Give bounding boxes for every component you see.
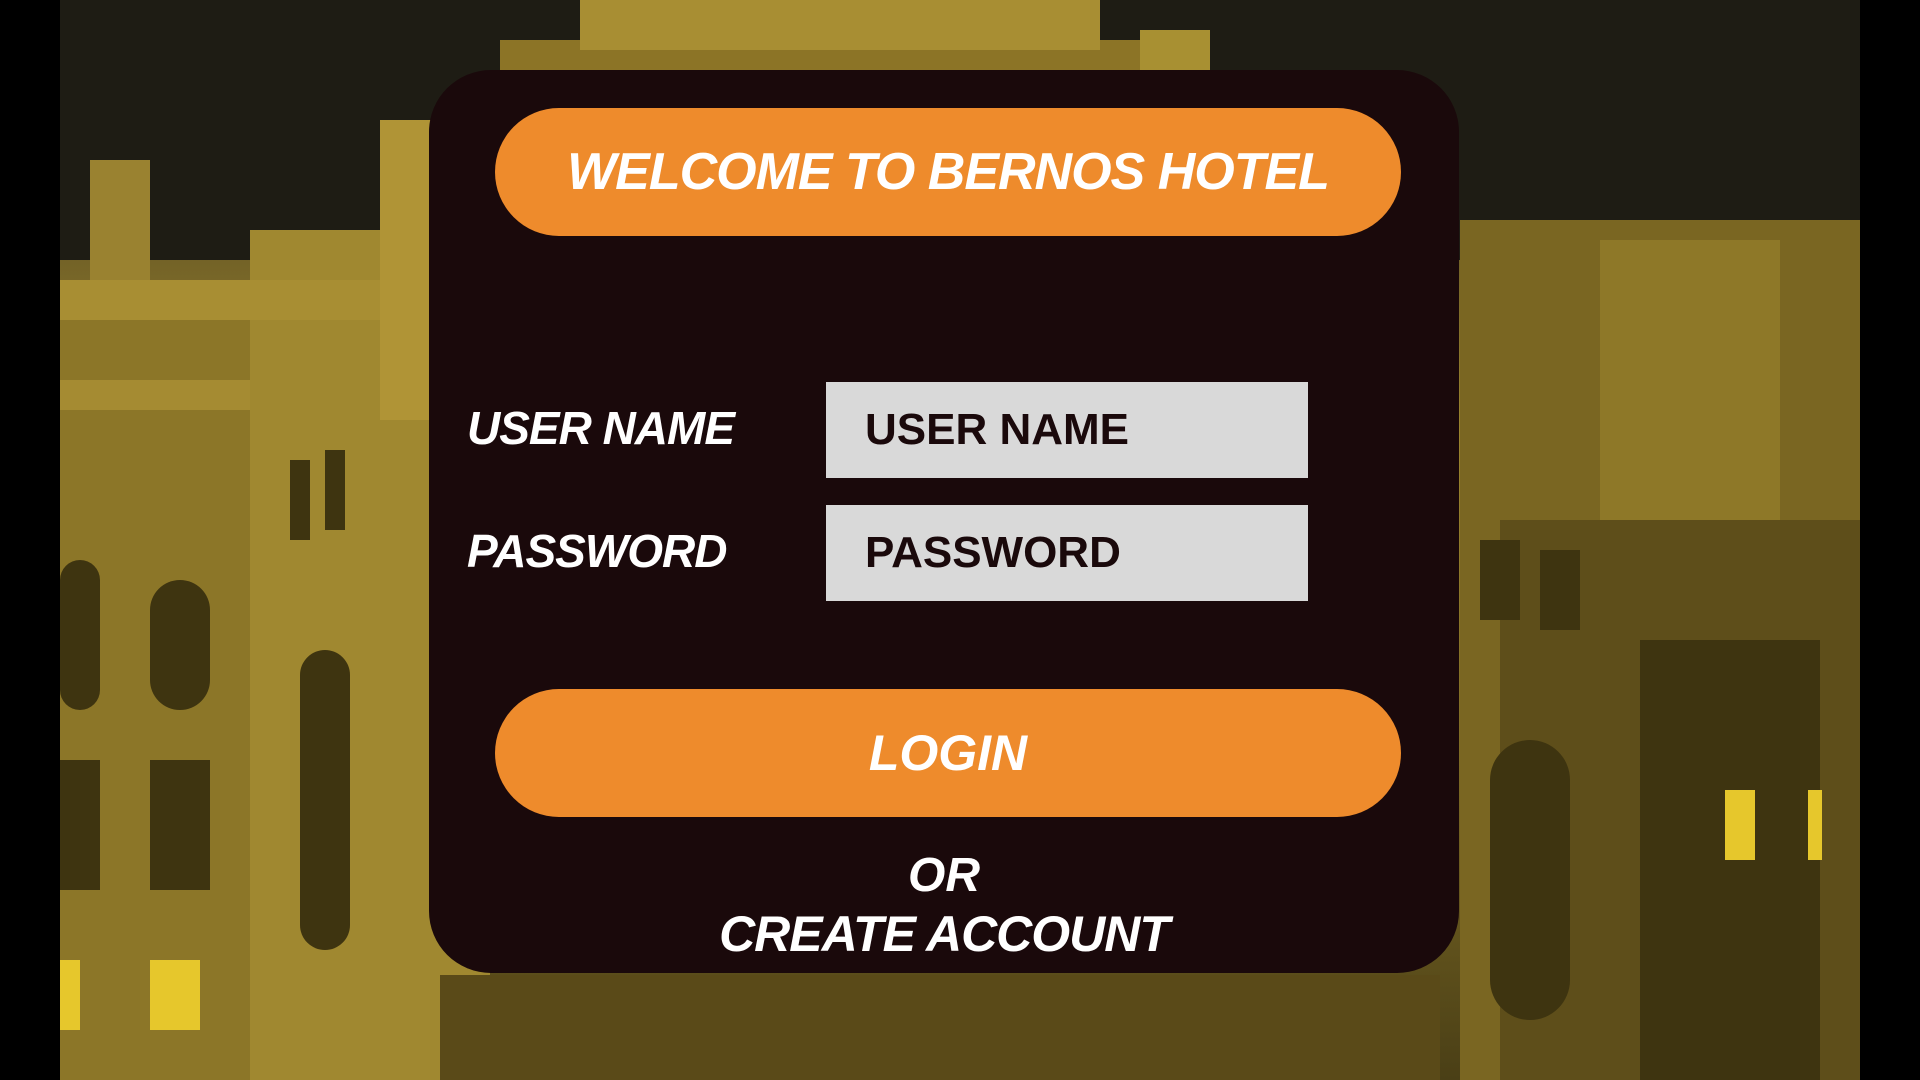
login-button[interactable]: LOGIN	[495, 689, 1401, 817]
create-account-link[interactable]: CREATE ACCOUNT	[429, 905, 1459, 963]
or-separator: OR	[908, 849, 980, 902]
password-input[interactable]	[826, 505, 1308, 601]
password-label: PASSWORD	[467, 525, 727, 577]
username-label: USER NAME	[467, 402, 735, 454]
login-card: WELCOME TO BERNOS HOTEL USER NAME PASSWO…	[429, 70, 1459, 973]
username-input[interactable]	[826, 382, 1308, 478]
welcome-banner: WELCOME TO BERNOS HOTEL	[495, 108, 1401, 236]
